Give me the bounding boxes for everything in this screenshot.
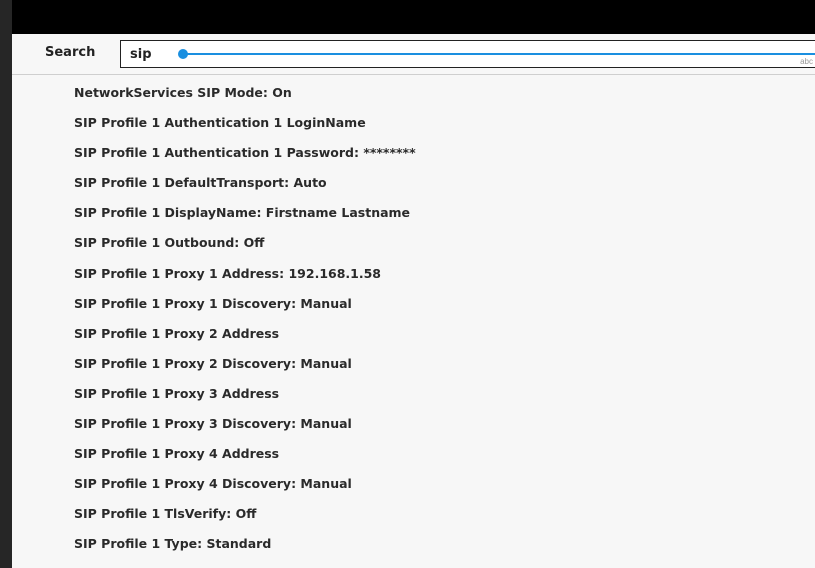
list-item[interactable]: SIP Profile 1 Proxy 4 Address	[12, 439, 815, 469]
list-item[interactable]: SIP Profile 1 TlsVerify: Off	[12, 499, 815, 529]
list-item[interactable]: NetworkServices SIP Mode: On	[12, 78, 815, 108]
list-item[interactable]: SIP Profile 1 DisplayName: Firstname Las…	[12, 198, 815, 228]
list-item[interactable]: SIP Profile 1 Authentication 1 LoginName	[12, 108, 815, 138]
list-item[interactable]: SIP Profile 1 Proxy 4 Discovery: Manual	[12, 469, 815, 499]
list-item[interactable]: SIP Profile 1 Authentication 1 Password:…	[12, 138, 815, 168]
search-label: Search	[45, 45, 96, 60]
left-gutter	[0, 0, 12, 568]
search-row: Search abc	[12, 34, 815, 75]
list-item[interactable]: SIP Profile 1 Outbound: Off	[12, 228, 815, 258]
list-item[interactable]: SIP Profile 1 DefaultTransport: Auto	[12, 168, 815, 198]
list-item[interactable]: SIP Profile 1 Proxy 1 Address: 192.168.1…	[12, 259, 815, 289]
search-results-list: NetworkServices SIP Mode: On SIP Profile…	[12, 78, 815, 560]
list-item[interactable]: SIP Profile 1 Proxy 3 Address	[12, 379, 815, 409]
list-item[interactable]: SIP Profile 1 Proxy 3 Discovery: Manual	[12, 409, 815, 439]
text-cursor-line	[187, 53, 815, 55]
app-window: Search abc NetworkServices SIP Mode: On …	[0, 0, 815, 568]
keyboard-mode-hint: abc	[800, 57, 813, 66]
list-item[interactable]: SIP Profile 1 Proxy 2 Address	[12, 319, 815, 349]
list-item[interactable]: SIP Profile 1 Proxy 2 Discovery: Manual	[12, 349, 815, 379]
list-item[interactable]: SIP Profile 1 Type: Standard	[12, 529, 815, 559]
top-bar	[12, 0, 815, 34]
search-box[interactable]: abc	[120, 40, 815, 68]
list-item[interactable]: SIP Profile 1 Proxy 1 Discovery: Manual	[12, 289, 815, 319]
settings-panel: Search abc NetworkServices SIP Mode: On …	[12, 34, 815, 568]
